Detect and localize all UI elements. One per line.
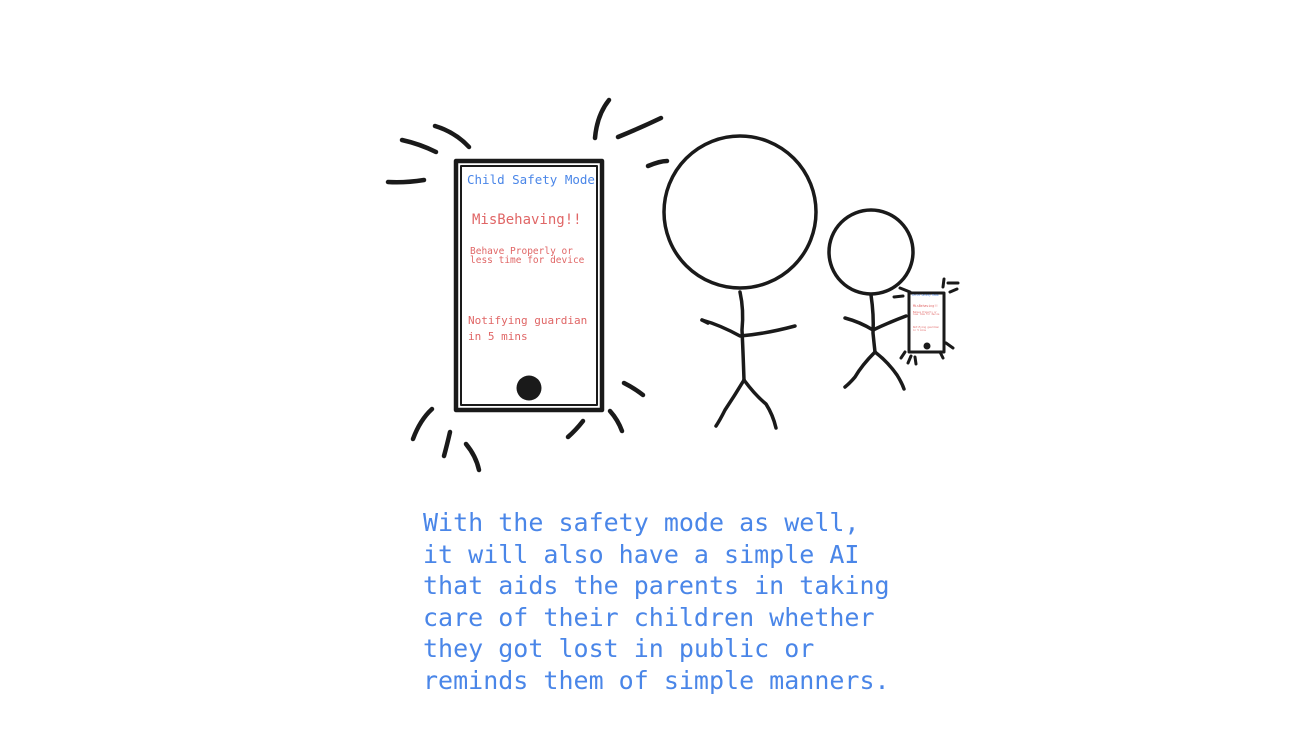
phone-alert-text: MisBehaving!! <box>472 212 582 228</box>
vibration-lines <box>385 97 670 473</box>
mini-home-button-icon <box>923 342 931 350</box>
mini-phone-warning-text: Behave Properly or less time for device <box>913 311 940 317</box>
mini-phone-drawing <box>907 291 946 354</box>
phone-warning-text: Behave Properly or less time for device <box>470 246 585 266</box>
slide: Child Safety Mode MisBehaving!! Behave P… <box>0 0 1316 732</box>
adult-stick-figure <box>662 134 818 430</box>
phone-drawing <box>453 158 605 413</box>
mini-phone-screen-title: Child Safety Mode <box>912 294 939 297</box>
mini-phone-alert-text: MisBehaving!! <box>913 304 938 308</box>
home-button-icon <box>516 375 542 401</box>
mini-phone-notify-text: Notifying guardian in 5 mins <box>913 326 939 333</box>
phone-notify-text: Notifying guardian in 5 mins <box>468 314 588 343</box>
phone-screen-title: Child Safety Mode <box>467 172 595 187</box>
child-stick-figure <box>827 208 915 391</box>
caption-text: With the safety mode as well, it will al… <box>423 508 890 695</box>
